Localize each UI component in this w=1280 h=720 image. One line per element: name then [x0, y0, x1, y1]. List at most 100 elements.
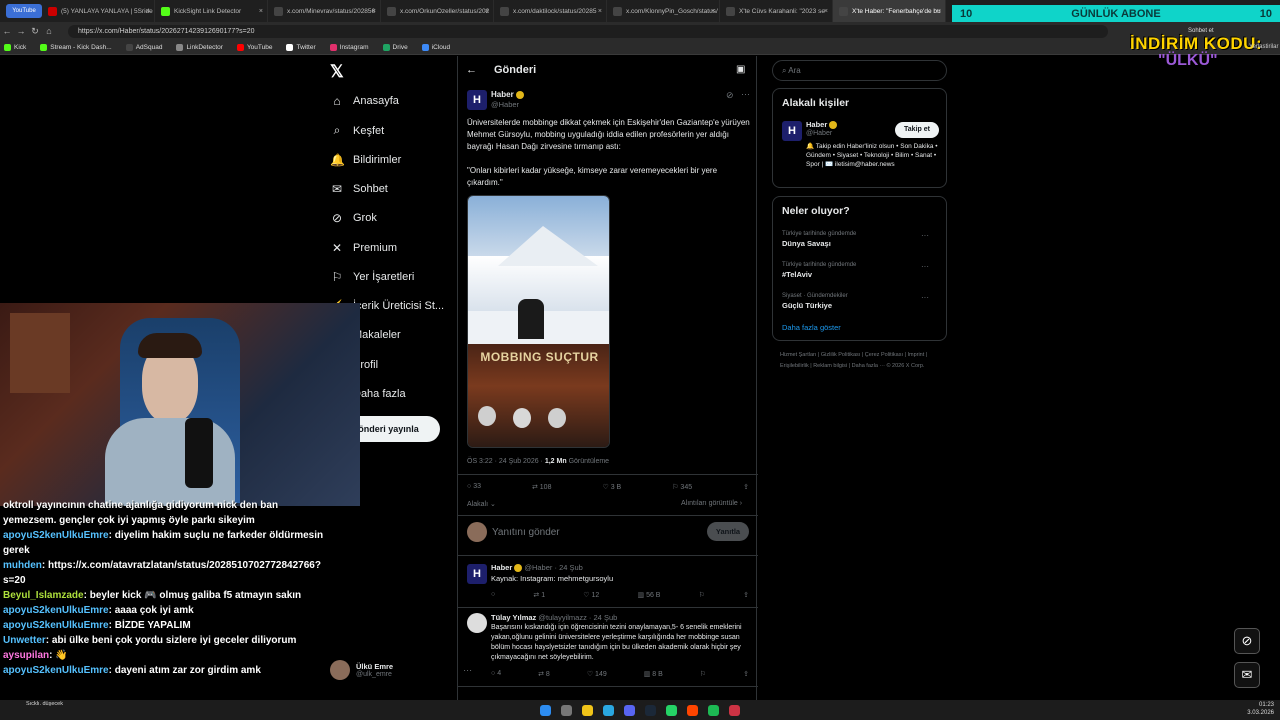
related-dropdown[interactable]: Alakalı ⌄: [467, 500, 496, 508]
app-icon[interactable]: [687, 704, 698, 716]
share-icon[interactable]: ⇪: [743, 670, 749, 678]
like-button[interactable]: ♡ 149: [587, 670, 607, 678]
chat-username[interactable]: muhden: [3, 560, 42, 571]
reload-icon[interactable]: ↻: [28, 26, 42, 37]
bookmark-item[interactable]: AdSquad: [125, 43, 162, 51]
share-icon[interactable]: ⇪: [743, 591, 749, 599]
forward-icon[interactable]: →: [14, 26, 28, 36]
browser-tab[interactable]: X'te Haber: "Fenerbahçe'de bu ×: [833, 0, 946, 22]
show-more-link[interactable]: Daha fazla göster: [782, 323, 841, 332]
views-stat[interactable]: ▥ 8 B: [644, 670, 663, 678]
browser-tab[interactable]: x.com/daktilock/status/20285 ×: [494, 0, 607, 22]
whatsapp-icon[interactable]: [666, 704, 677, 716]
bookmark-item[interactable]: YouTube: [236, 43, 272, 51]
close-icon[interactable]: ×: [259, 8, 263, 15]
browser-tab[interactable]: KickSight Link Detector ×: [155, 0, 268, 22]
nav-item-search[interactable]: ⌕ Keşfet: [330, 123, 385, 138]
search-input[interactable]: ⌕ Ara: [772, 60, 947, 81]
chat-username[interactable]: apoyuS2kenUlkuEmre: [3, 620, 109, 631]
author-avatar[interactable]: H: [467, 564, 487, 584]
reply-submit-button[interactable]: Yanıtla: [707, 522, 749, 541]
chat-username[interactable]: Beyul_Islamzade: [3, 590, 84, 601]
browser-tab[interactable]: X'te Cüvs Karahanli: "2023 se ×: [720, 0, 833, 22]
repost-button[interactable]: ⇄ 8: [538, 670, 550, 678]
trend-item[interactable]: Türkiye tarihinde gündemde #TelAviv ···: [782, 262, 937, 279]
browser-tab[interactable]: (5) YANLAYA YANLAYA | 5Sride ×: [42, 0, 155, 22]
views-stat[interactable]: ▥ 56 B: [638, 591, 661, 599]
close-icon[interactable]: ×: [485, 8, 489, 15]
x-logo-icon[interactable]: 𝕏: [330, 62, 344, 82]
spotify-icon[interactable]: [708, 704, 719, 716]
browser-tab[interactable]: x.com/Minevrav/status/202856 ×: [268, 0, 381, 22]
youtube-badge[interactable]: YouTube: [6, 4, 42, 18]
back-arrow-icon[interactable]: ←: [466, 64, 477, 76]
nav-item-bell[interactable]: 🔔 Bildirimler: [330, 153, 401, 167]
nav-item-home[interactable]: ⌂ Anasayfa: [330, 94, 399, 108]
chat-username[interactable]: aysupilan: [3, 650, 49, 661]
nav-item-mail[interactable]: ✉ Sohbet: [330, 182, 388, 196]
footer-links[interactable]: Hizmet Şartları | Gizlilik Politikası | …: [780, 350, 940, 372]
reply-button[interactable]: ○: [491, 591, 495, 599]
follow-button[interactable]: Takip et: [895, 122, 939, 138]
trend-item[interactable]: Siyaset · Gündemdekiler Güçlü Türkiye ···: [782, 293, 937, 310]
grok-icon[interactable]: ⊘: [726, 90, 734, 101]
author-name-row[interactable]: Haber: [491, 90, 524, 99]
bookmark-button[interactable]: ⚐ 345: [672, 483, 692, 491]
bookmark-item[interactable]: Drive: [382, 43, 408, 51]
url-field[interactable]: https://x.com/Haber/status/2026271423912…: [68, 24, 1108, 38]
tweet-photo[interactable]: MOBBING SUÇTUR: [467, 195, 610, 448]
account-switcher[interactable]: Ülkü Emre @ulk_emre ···: [330, 660, 472, 680]
weather-widget[interactable]: Sıcklı. düşecek: [26, 701, 63, 707]
edge-icon[interactable]: [603, 704, 614, 716]
bookmark-button[interactable]: ⚐: [700, 670, 706, 678]
system-clock[interactable]: 01:23 3.03.2026: [1247, 701, 1274, 717]
author-avatar[interactable]: H: [467, 90, 487, 110]
more-icon[interactable]: ···: [921, 262, 929, 271]
bookmark-button[interactable]: ⚐: [699, 591, 705, 599]
chat-username[interactable]: Unwetter: [3, 635, 46, 646]
browser-tab[interactable]: x.com/OrkunOzeller/status/202 ×: [381, 0, 494, 22]
nav-item-grok[interactable]: ⊘ Grok: [330, 211, 377, 225]
close-icon[interactable]: ×: [146, 8, 150, 15]
back-icon[interactable]: ←: [0, 26, 14, 36]
chat-username[interactable]: apoyuS2kenUlkuEmre: [3, 605, 109, 616]
avatar[interactable]: [467, 613, 487, 633]
folder-icon[interactable]: [582, 704, 593, 716]
steam-icon[interactable]: [645, 704, 656, 716]
reply-button[interactable]: ○ 33: [467, 483, 481, 491]
bookmark-item[interactable]: Stream - Kick Dash...: [40, 43, 112, 51]
bookmark-item[interactable]: LinkDetector: [176, 43, 223, 51]
bookmark-item[interactable]: iCloud: [421, 43, 450, 51]
browser-tab[interactable]: x.com/KlonnyPin_Gosch/status/×: [607, 0, 720, 22]
close-icon[interactable]: ×: [824, 8, 828, 15]
close-icon[interactable]: ×: [598, 8, 602, 15]
discord-icon[interactable]: [624, 704, 635, 716]
bookmark-item[interactable]: Kick: [4, 43, 26, 51]
home-browser-icon[interactable]: ⌂: [42, 26, 56, 36]
repost-button[interactable]: ⇄ 1: [533, 591, 545, 599]
author-avatar[interactable]: H: [782, 121, 802, 141]
like-button[interactable]: ♡ 12: [583, 591, 599, 599]
messages-icon[interactable]: ✉: [1234, 662, 1260, 688]
like-button[interactable]: ♡ 3 B: [602, 483, 621, 491]
search-taskbar-icon[interactable]: [561, 704, 572, 716]
reply-input[interactable]: Yanıtını gönder: [492, 527, 560, 538]
bookmark-item[interactable]: Instagram: [329, 43, 369, 51]
app-icon[interactable]: [729, 704, 740, 716]
reply-button[interactable]: ○ 4: [491, 670, 501, 678]
trend-item[interactable]: Türkiye tarihinde gündemde Dünya Savaşı ··…: [782, 231, 937, 248]
close-icon[interactable]: ×: [372, 8, 376, 15]
close-icon[interactable]: ×: [711, 8, 715, 15]
view-quotes-link[interactable]: Alıntıları görüntüle ›: [681, 500, 742, 507]
nav-item-bookmark[interactable]: ⚐ Yer İşaretleri: [330, 270, 415, 284]
bookmark-item[interactable]: Twitter: [286, 43, 316, 51]
more-icon[interactable]: ···: [921, 231, 929, 240]
more-icon[interactable]: ···: [741, 89, 750, 99]
close-icon[interactable]: ×: [937, 8, 941, 15]
chat-username[interactable]: apoyuS2kenUlkuEmre: [3, 530, 109, 541]
reader-icon[interactable]: ▣: [736, 64, 745, 75]
nav-item-premium[interactable]: ✕ Premium: [330, 241, 397, 255]
more-icon[interactable]: ···: [921, 293, 929, 302]
repost-button[interactable]: ⇄ 108: [532, 483, 552, 491]
grok-icon[interactable]: ⊘: [1234, 628, 1260, 654]
